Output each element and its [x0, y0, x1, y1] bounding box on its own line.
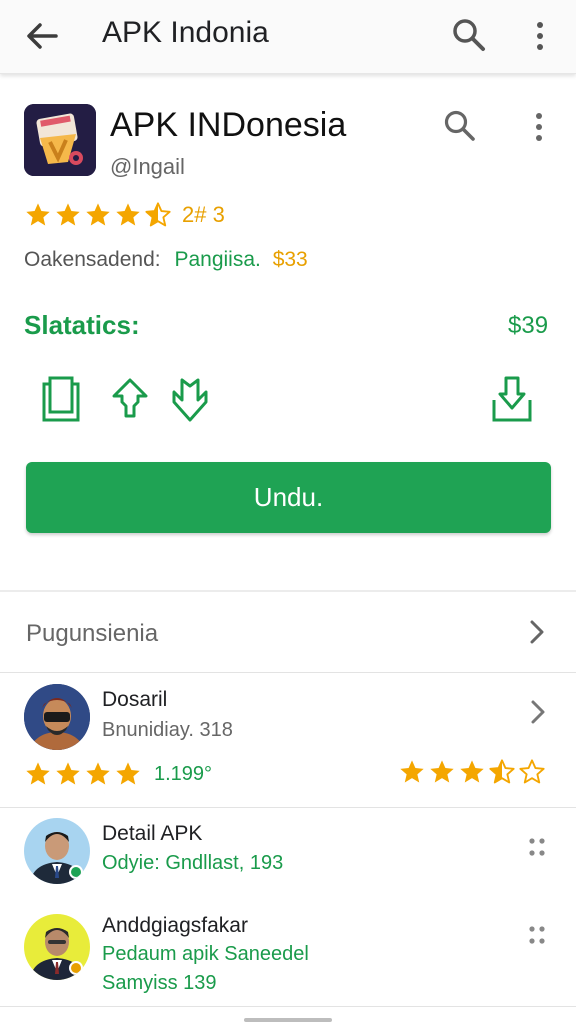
avatar[interactable] [24, 914, 90, 980]
review-author: Detail APK [102, 822, 203, 845]
review-stars [398, 758, 548, 786]
review-author: Dosaril [102, 688, 168, 711]
rating-stars [24, 201, 174, 229]
drag-handle-icon[interactable] [526, 834, 548, 860]
star-icon [86, 762, 110, 785]
drag-handle-icon[interactable] [526, 922, 548, 948]
search-icon[interactable] [442, 108, 478, 144]
review-rating: 1.199° [24, 760, 212, 788]
star-icon [56, 203, 80, 226]
user-avatar-icon [24, 684, 90, 750]
star-icon [430, 760, 454, 783]
app-logo-icon [24, 104, 96, 176]
star-icon [460, 760, 484, 783]
home-indicator[interactable] [244, 1018, 332, 1022]
star-icon [489, 759, 515, 784]
more-vert-icon[interactable] [526, 110, 552, 144]
star-icon [56, 762, 80, 785]
review-meta: Pedaum apik Saneedel [102, 943, 309, 965]
app-handle: @Ingail [110, 154, 185, 179]
save-to-device-icon[interactable] [488, 372, 536, 426]
download-arrow-icon[interactable] [166, 372, 214, 426]
section-divider [0, 590, 576, 592]
chevron-right-icon[interactable] [526, 618, 548, 646]
review-stars [24, 760, 144, 788]
star-icon [145, 202, 171, 227]
app-meta: Oakensadend: Pangiisa. $33 [24, 248, 308, 272]
topbar-title: APK Indonia [102, 16, 269, 49]
search-icon[interactable] [450, 16, 488, 54]
stats-price: $39 [508, 312, 549, 339]
meta-value: Pangiisa. [174, 248, 261, 271]
app-header: APK INDonesia @Ingail 2# 3 Oakensadend: … [0, 90, 576, 290]
review-count: 1.199° [154, 762, 213, 785]
review-meta-2: Samyiss 139 [102, 972, 217, 994]
star-icon [26, 203, 50, 226]
app-name: APK INDonesia [110, 106, 347, 144]
section-divider [0, 1006, 576, 1007]
section-divider [0, 672, 576, 673]
star-icon [116, 762, 140, 785]
download-button[interactable]: Undu. [26, 462, 551, 533]
avatar[interactable] [24, 684, 90, 750]
review-meta: Odyie: Gndllast, 193 [102, 852, 284, 874]
review-meta: Bnunidiay. 318 [102, 719, 233, 741]
review-rating-right [398, 758, 548, 786]
chevron-right-icon[interactable] [528, 698, 548, 726]
meta-price: $33 [272, 248, 308, 271]
user-avatar-icon [24, 914, 90, 980]
rating-count: 2# 3 [182, 202, 225, 227]
back-arrow-icon[interactable] [22, 18, 62, 54]
top-app-bar: APK Indonia [0, 0, 576, 74]
meta-label: Oakensadend: [24, 248, 161, 271]
section-divider [0, 807, 576, 808]
app-rating: 2# 3 [24, 200, 225, 230]
stats-label: Slatatics: [24, 310, 140, 340]
star-icon [400, 760, 424, 783]
avatar[interactable] [24, 818, 90, 884]
upload-icon[interactable] [106, 372, 154, 426]
device-icon[interactable] [38, 372, 86, 426]
app-logo[interactable] [24, 104, 96, 176]
star-icon [116, 203, 140, 226]
star-icon [26, 762, 50, 785]
user-avatar-icon [24, 818, 90, 884]
review-author: Anddgiagsfakar [102, 914, 248, 937]
star-icon [86, 203, 110, 226]
star-icon [519, 759, 545, 784]
section-title[interactable]: Pugunsienia [26, 620, 158, 648]
more-vert-icon[interactable] [526, 18, 554, 54]
